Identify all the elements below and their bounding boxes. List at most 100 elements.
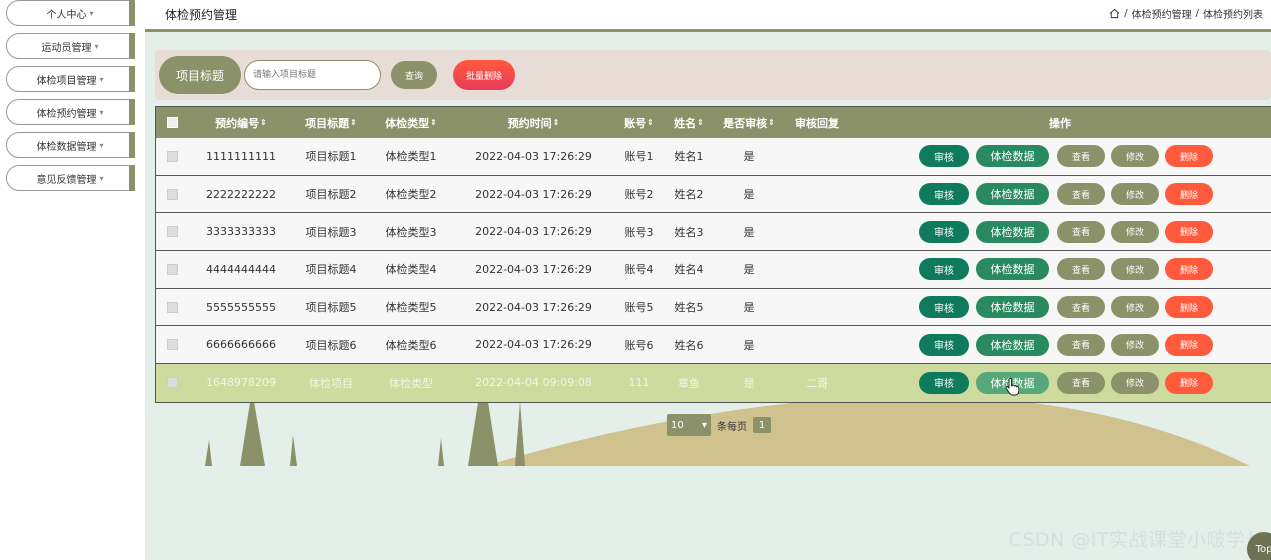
cell-account: 账号1 xyxy=(624,150,654,164)
table-row[interactable]: 1648978209 体检项目 体检类型 2022-04-04 09:09:08 111… xyxy=(156,364,1271,402)
cell-reply xyxy=(784,289,850,326)
cell-title: 项目标题3 xyxy=(305,225,357,239)
audit-button[interactable]: 审核 xyxy=(919,220,969,243)
delete-button[interactable]: 删除 xyxy=(1165,296,1213,319)
column-header-id[interactable]: 预约编号 ⇕ xyxy=(196,107,286,138)
delete-button[interactable]: 删除 xyxy=(1165,333,1213,356)
row-checkbox[interactable] xyxy=(156,251,188,288)
top-bar: 体检预约管理 / 体检预约管理 / 体检预约列表 xyxy=(145,0,1271,32)
batch-delete-button[interactable]: 批量删除 xyxy=(453,60,515,90)
exam-data-button[interactable]: 体检数据 xyxy=(976,258,1049,281)
sidebar-item-label: 个人中心 xyxy=(46,9,87,21)
row-checkbox[interactable] xyxy=(156,213,188,250)
cell-id: 4444444444 xyxy=(206,262,276,276)
delete-button[interactable]: 删除 xyxy=(1165,371,1213,394)
cell-reply xyxy=(784,326,850,363)
table-header: 预约编号 ⇕ 项目标题 ⇕ 体检类型 ⇕ 预约时间 ⇕ 账号 ⇕ 姓名 ⇕ 是否审核 ⇕ 审核… xyxy=(156,107,1271,138)
sidebar-item-exam-booking-management[interactable]: 体检预约管理 ▾ xyxy=(6,99,135,125)
table-row[interactable]: 3333333333 项目标题3 体检类型3 2022-04-03 17:26:29 账… xyxy=(156,213,1271,252)
row-checkbox[interactable] xyxy=(156,326,188,363)
search-input[interactable] xyxy=(244,60,381,90)
table-row[interactable]: 4444444444 项目标题4 体检类型4 2022-04-03 17:26:29 账… xyxy=(156,251,1271,289)
chevron-down-icon: ▾ xyxy=(94,41,99,51)
audit-button[interactable]: 审核 xyxy=(919,258,969,281)
column-header-audited[interactable]: 是否审核 ⇕ xyxy=(714,107,784,138)
view-button[interactable]: 查看 xyxy=(1057,333,1105,356)
column-header-type[interactable]: 体检类型 ⇕ xyxy=(366,107,456,138)
page-number-current[interactable]: 1 xyxy=(753,417,771,433)
column-header-account[interactable]: 账号 ⇕ xyxy=(611,107,667,138)
edit-button[interactable]: 修改 xyxy=(1111,258,1159,281)
edit-button[interactable]: 修改 xyxy=(1111,183,1159,206)
sidebar-item-feedback-management[interactable]: 意见反馈管理 ▾ xyxy=(6,165,135,191)
query-button[interactable]: 查询 xyxy=(391,61,437,89)
cell-reply: 二哥 xyxy=(806,376,828,390)
cell-title: 体检项目 xyxy=(309,376,353,390)
breadcrumb-separator: / xyxy=(1195,8,1199,19)
sidebar-item-personal-center[interactable]: 个人中心 ▾ xyxy=(6,0,135,26)
cell-title: 项目标题1 xyxy=(305,150,357,164)
view-button[interactable]: 查看 xyxy=(1057,183,1105,206)
sidebar-item-exam-project-management[interactable]: 体检项目管理 ▾ xyxy=(6,66,135,92)
column-header-name[interactable]: 姓名 ⇕ xyxy=(664,107,714,138)
cell-account: 账号2 xyxy=(624,188,654,202)
exam-data-button[interactable]: 体检数据 xyxy=(976,333,1049,356)
cell-name: 姓名2 xyxy=(674,188,704,202)
cell-audited: 是 xyxy=(743,338,755,352)
cell-type: 体检类型4 xyxy=(385,263,437,277)
page-size-select[interactable]: 10 ▾ xyxy=(667,414,711,436)
hand-cursor-icon xyxy=(1005,378,1019,396)
edit-button[interactable]: 修改 xyxy=(1111,333,1159,356)
cell-audited: 是 xyxy=(743,263,755,277)
chevron-down-icon: ▾ xyxy=(701,419,707,431)
view-button[interactable]: 查看 xyxy=(1057,258,1105,281)
audit-button[interactable]: 审核 xyxy=(919,371,969,394)
table-row[interactable]: 2222222222 项目标题2 体检类型2 2022-04-03 17:26:29 账… xyxy=(156,175,1271,214)
delete-button[interactable]: 删除 xyxy=(1165,145,1213,168)
select-all-checkbox[interactable] xyxy=(156,107,188,138)
audit-button[interactable]: 审核 xyxy=(919,183,969,206)
row-checkbox[interactable] xyxy=(156,176,188,213)
edit-button[interactable]: 修改 xyxy=(1111,296,1159,319)
sidebar-item-athlete-management[interactable]: 运动员管理 ▾ xyxy=(6,33,135,59)
exam-data-button[interactable]: 体检数据 xyxy=(976,296,1049,319)
cell-type: 体检类型1 xyxy=(385,150,437,164)
delete-button[interactable]: 删除 xyxy=(1165,183,1213,206)
home-icon[interactable] xyxy=(1109,8,1120,19)
edit-button[interactable]: 修改 xyxy=(1111,220,1159,243)
audit-button[interactable]: 审核 xyxy=(919,296,969,319)
sidebar-item-exam-data-management[interactable]: 体检数据管理 ▾ xyxy=(6,132,135,158)
edit-button[interactable]: 修改 xyxy=(1111,145,1159,168)
view-button[interactable]: 查看 xyxy=(1057,220,1105,243)
view-button[interactable]: 查看 xyxy=(1057,145,1105,168)
row-checkbox[interactable] xyxy=(156,138,188,175)
exam-data-button[interactable]: 体检数据 xyxy=(976,183,1049,206)
breadcrumb-item[interactable]: 体检预约管理 xyxy=(1132,6,1192,21)
exam-data-button[interactable]: 体检数据 xyxy=(976,145,1049,168)
watermark: CSDN @IT实战课堂小啵学长 xyxy=(1008,529,1265,551)
booking-table: 预约编号 ⇕ 项目标题 ⇕ 体检类型 ⇕ 预约时间 ⇕ 账号 ⇕ 姓名 ⇕ 是否审核 ⇕ 审核… xyxy=(155,106,1271,403)
cell-type: 体检类型3 xyxy=(385,225,437,239)
delete-button[interactable]: 删除 xyxy=(1165,258,1213,281)
edit-button[interactable]: 修改 xyxy=(1111,371,1159,394)
cell-account: 账号3 xyxy=(624,225,654,239)
cell-title: 项目标题4 xyxy=(305,263,357,277)
row-checkbox[interactable] xyxy=(156,289,188,326)
delete-button[interactable]: 删除 xyxy=(1165,220,1213,243)
sort-icon: ⇕ xyxy=(350,118,357,127)
cell-id: 5555555555 xyxy=(206,300,276,314)
column-header-time[interactable]: 预约时间 ⇕ xyxy=(456,107,611,138)
table-row[interactable]: 5555555555 项目标题5 体检类型5 2022-04-03 17:26:29 账… xyxy=(156,288,1271,327)
table-row[interactable]: 1111111111 项目标题1 体检类型1 2022-04-03 17:26:29 账… xyxy=(156,138,1271,176)
row-checkbox[interactable] xyxy=(156,364,188,402)
table-row[interactable]: 6666666666 项目标题6 体检类型6 2022-04-03 17:26:29 账… xyxy=(156,326,1271,365)
main-content: 体检预约管理 / 体检预约管理 / 体检预约列表 项目标题 查询 批量删除 预约… xyxy=(145,0,1271,560)
view-button[interactable]: 查看 xyxy=(1057,296,1105,319)
cell-account: 账号5 xyxy=(624,301,654,315)
sidebar-item-label: 体检数据管理 xyxy=(36,141,97,153)
view-button[interactable]: 查看 xyxy=(1057,371,1105,394)
audit-button[interactable]: 审核 xyxy=(919,333,969,356)
audit-button[interactable]: 审核 xyxy=(919,145,969,168)
column-header-title[interactable]: 项目标题 ⇕ xyxy=(286,107,376,138)
exam-data-button[interactable]: 体检数据 xyxy=(976,220,1049,243)
